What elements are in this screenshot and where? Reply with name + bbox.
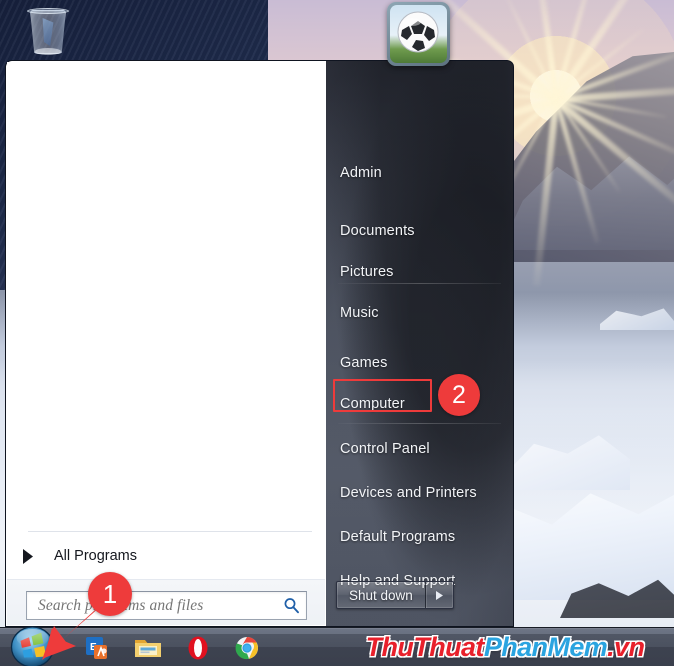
start-menu-item-admin[interactable]: Admin [326, 156, 513, 190]
start-menu-item-label: Documents [340, 223, 415, 239]
divider [338, 283, 501, 284]
start-menu-item-devices-and-printers[interactable]: Devices and Printers [326, 476, 513, 510]
start-menu-item-documents[interactable]: Documents [326, 214, 513, 248]
start-menu-item-label: Games [340, 355, 388, 371]
annotation-marker-1: 1 [88, 572, 132, 616]
all-programs-button[interactable]: All Programs [7, 533, 325, 579]
watermark-part3: .vn [607, 631, 645, 662]
site-watermark: ThuThuat PhanMem .vn [336, 629, 674, 665]
start-menu-item-label: Default Programs [340, 529, 456, 545]
watermark-part1: ThuThuat [365, 631, 485, 662]
office-app-icon[interactable]: E [82, 634, 112, 662]
divider [338, 423, 501, 424]
opera-browser-icon[interactable] [183, 634, 213, 662]
shutdown-button[interactable]: Shut down [336, 581, 454, 609]
search-box[interactable] [26, 591, 307, 620]
start-menu-item-label: Music [340, 305, 379, 321]
ice-floe-small [600, 308, 674, 330]
start-menu: All Programs Admin Documents Pictures Music… [5, 60, 514, 627]
start-menu-right-pane: Admin Documents Pictures Music Games Computer… [326, 60, 514, 627]
taskbar: E ThuThuat PhanMem .vn [0, 625, 674, 666]
start-menu-item-label: Admin [340, 165, 382, 181]
recycle-bin-rim [27, 8, 69, 14]
pinned-programs-list [7, 62, 325, 530]
file-explorer-icon[interactable] [133, 634, 163, 662]
start-menu-item-label: Control Panel [340, 441, 430, 457]
shutdown-row: Shut down [326, 568, 513, 626]
watermark-part2: PhanMem [483, 631, 608, 662]
ice-floe-mid [510, 435, 630, 490]
start-menu-item-control-panel[interactable]: Control Panel [326, 432, 513, 466]
start-menu-item-games[interactable]: Games [326, 346, 513, 380]
start-menu-item-label: Devices and Printers [340, 485, 477, 501]
windows-start-orb[interactable] [9, 625, 56, 666]
start-menu-item-computer[interactable]: Computer [326, 387, 513, 421]
triangle-right-icon [15, 548, 41, 564]
start-menu-item-default-programs[interactable]: Default Programs [326, 520, 513, 554]
chrome-browser-icon[interactable] [232, 634, 262, 662]
start-menu-item-label: Pictures [340, 264, 394, 280]
start-menu-item-music[interactable]: Music [326, 296, 513, 330]
annotation-marker-2: 2 [438, 374, 480, 416]
shutdown-label: Shut down [337, 582, 426, 608]
search-icon[interactable] [276, 592, 306, 619]
search-area [7, 579, 325, 625]
recycle-bin-base [35, 48, 61, 55]
all-programs-label: All Programs [54, 548, 137, 564]
soccer-ball-avatar[interactable] [387, 2, 450, 66]
avatar-image [390, 5, 447, 63]
search-input[interactable] [27, 596, 276, 615]
start-menu-item-label: Computer [340, 396, 405, 412]
shutdown-options-arrow[interactable] [426, 582, 453, 608]
recycle-bin-icon[interactable] [22, 4, 74, 62]
start-menu-left-pane: All Programs [5, 60, 326, 627]
divider [28, 531, 312, 532]
